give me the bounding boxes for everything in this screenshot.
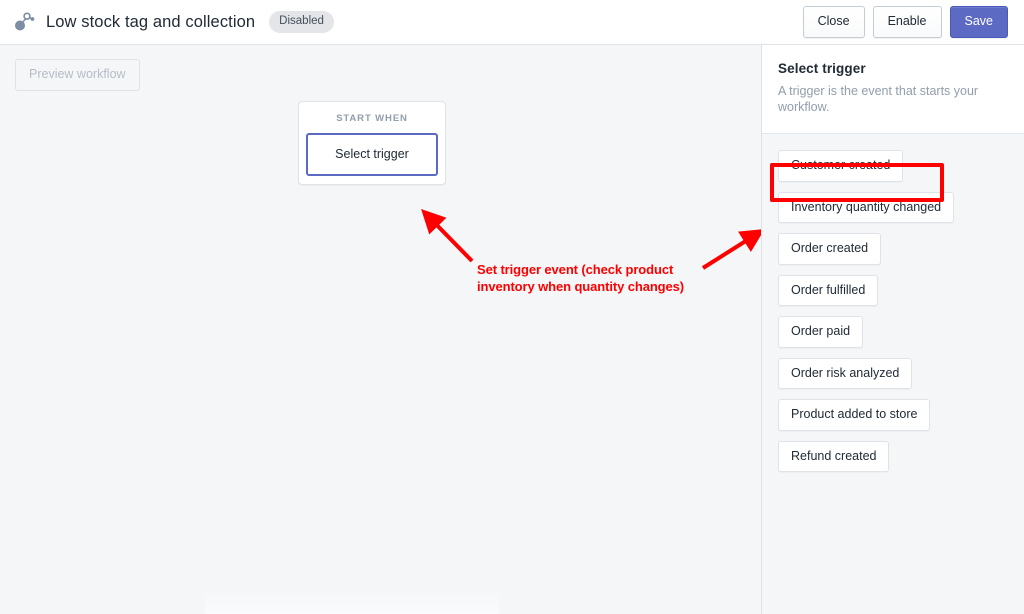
trigger-option-customer-created[interactable]: Customer created: [778, 150, 904, 182]
arrow-to-inventory-trigger: [701, 229, 761, 270]
top-bar-actions: Close Enable Save: [802, 6, 1008, 38]
status-badge: Disabled: [269, 10, 334, 34]
top-bar: Low stock tag and collection Disabled Cl…: [0, 0, 1024, 45]
trigger-option-product-added-to-store[interactable]: Product added to store: [778, 399, 931, 431]
panel-title: Select trigger: [778, 61, 866, 76]
preview-workflow-button[interactable]: Preview workflow: [15, 59, 140, 91]
select-trigger-panel: Select trigger A trigger is the event th…: [761, 45, 1024, 614]
save-button[interactable]: Save: [949, 6, 1008, 38]
trigger-node-card[interactable]: START WHEN Select trigger: [298, 101, 446, 185]
workflow-canvas[interactable]: Preview workflow START WHEN Select trigg…: [0, 45, 761, 614]
trigger-option-order-fulfilled[interactable]: Order fulfilled: [778, 274, 879, 306]
panel-description: A trigger is the event that starts your …: [778, 84, 979, 114]
page-title: Low stock tag and collection: [46, 12, 256, 31]
trigger-option-inventory-quantity-changed[interactable]: Inventory quantity changed: [778, 191, 955, 223]
panel-body: Customer created Inventory quantity chan…: [762, 134, 1024, 614]
panel-header: Select trigger A trigger is the event th…: [762, 45, 1024, 134]
top-bar-left: Low stock tag and collection Disabled: [10, 9, 803, 35]
canvas-bottom-fade: [205, 588, 499, 614]
editor-body: Preview workflow START WHEN Select trigg…: [0, 45, 1024, 614]
select-trigger-box[interactable]: Select trigger: [306, 133, 438, 176]
workflow-node-icon: [10, 9, 36, 35]
trigger-options-list: Customer created Inventory quantity chan…: [778, 150, 1008, 472]
trigger-option-refund-created[interactable]: Refund created: [778, 440, 890, 472]
trigger-option-order-paid[interactable]: Order paid: [778, 316, 864, 348]
close-button[interactable]: Close: [802, 6, 865, 38]
workflow-editor-app: Low stock tag and collection Disabled Cl…: [0, 0, 1024, 614]
enable-button[interactable]: Enable: [872, 6, 942, 38]
trigger-node-header: START WHEN: [336, 113, 408, 124]
trigger-option-order-risk-analyzed[interactable]: Order risk analyzed: [778, 357, 913, 389]
annotation-text: Set trigger event (check product invento…: [477, 262, 684, 294]
arrow-to-select-trigger: [421, 208, 474, 263]
trigger-option-order-created[interactable]: Order created: [778, 233, 882, 265]
